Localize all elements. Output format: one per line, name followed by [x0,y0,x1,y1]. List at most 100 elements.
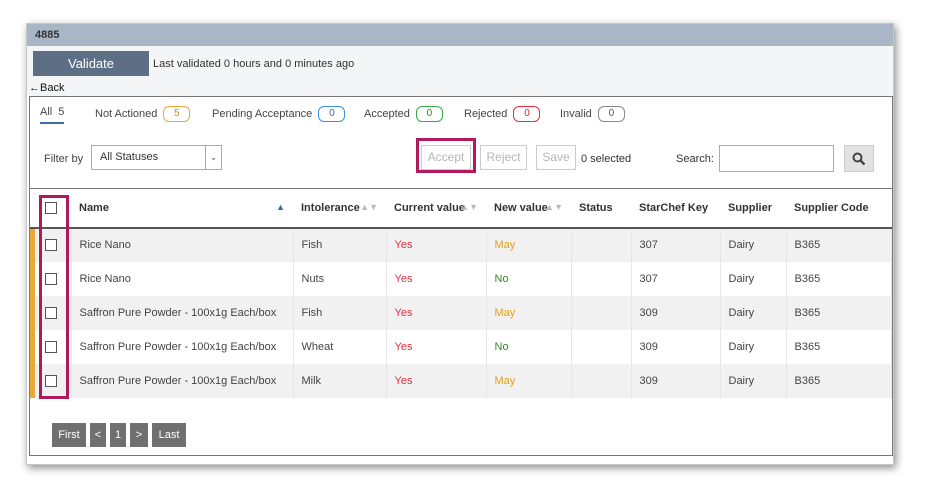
cell-status [571,329,632,364]
cell-supplier: Dairy [720,261,787,296]
header-current-value[interactable]: Current value ▲▼ [386,188,486,229]
pager-last-button[interactable]: Last [152,423,186,447]
header-status[interactable]: Status [571,188,631,229]
cell-current-value: Yes [386,261,487,296]
table-row[interactable]: Rice Nano Nuts Yes No 307 Dairy B365 [30,261,892,296]
row-checkbox-cell [35,295,72,330]
cell-intolerance: Fish [293,227,387,262]
tab-not-actioned[interactable]: Not Actioned 5 [95,106,191,122]
row-checkbox[interactable] [45,272,57,285]
tab-invalid[interactable]: Invalid 0 [560,106,625,122]
top-area: Validate Last validated 0 hours and 0 mi… [27,46,893,96]
cell-starchef-key: 307 [631,261,721,296]
status-filter-value: All Statuses [100,151,159,163]
header-new-label: New value [494,201,548,214]
header-intolerance-label: Intolerance [301,201,360,214]
header-supplier-label: Supplier [728,201,773,214]
validate-button[interactable]: Validate [33,51,149,76]
search-icon [852,152,866,165]
save-button[interactable]: Save [536,145,576,170]
table-row[interactable]: Saffron Pure Powder - 100x1g Each/box Mil… [30,363,892,398]
accept-button[interactable]: Accept [421,145,471,170]
pager-first-button[interactable]: First [52,423,86,447]
cell-name: Saffron Pure Powder - 100x1g Each/box [71,295,294,330]
back-label: Back [40,82,65,94]
cell-starchef-key: 307 [631,227,721,262]
sort-asc-icon: ▲ [276,202,285,212]
cell-supplier: Dairy [720,295,787,330]
row-checkbox[interactable] [45,340,57,353]
cell-starchef-key: 309 [631,363,721,398]
tab-all-count: 5 [58,106,65,118]
validation-window: 4885 Validate Last validated 0 hours and… [26,23,894,465]
row-checkbox[interactable] [45,374,57,387]
cell-new-value: May [486,295,572,330]
cell-current-value: Yes [386,227,487,262]
back-link[interactable]: ←Back [29,82,64,94]
sort-icon: ▲▼ [360,202,378,212]
cell-intolerance: Fish [293,295,387,330]
main-panel: All 5 Not Actioned 5 Pending Acceptance … [29,96,893,456]
status-tabs: All 5 Not Actioned 5 Pending Acceptance … [30,97,892,127]
tab-all[interactable]: All 5 [40,106,65,124]
pager-page-button[interactable]: 1 [110,423,126,447]
pager-next-button[interactable]: > [130,423,148,447]
sort-icon: ▲▼ [545,202,563,212]
cell-current-value: Yes [386,363,487,398]
header-new-value[interactable]: New value ▲▼ [486,188,571,229]
cell-name: Saffron Pure Powder - 100x1g Each/box [71,329,294,364]
cell-intolerance: Milk [293,363,387,398]
search-input[interactable] [719,145,834,172]
toolbar: Filter by All Statuses ⌄ Accept Reject S… [30,138,892,175]
table-header-row: Name ▲ Intolerance ▲▼ Current value ▲▼ New … [30,188,892,229]
row-checkbox-cell [35,261,72,296]
cell-supplier: Dairy [720,363,787,398]
select-all-checkbox[interactable] [45,201,57,214]
header-supplier[interactable]: Supplier [720,188,786,229]
row-checkbox[interactable] [45,306,57,319]
cell-supplier-code: B365 [786,261,892,296]
tab-pending-acceptance[interactable]: Pending Acceptance 0 [212,106,346,122]
cell-name: Saffron Pure Powder - 100x1g Each/box [71,363,294,398]
cell-supplier: Dairy [720,329,787,364]
search-button[interactable] [844,145,874,172]
cell-status [571,261,632,296]
tab-rejected[interactable]: Rejected 0 [464,106,541,122]
tab-invalid-count: 0 [597,106,625,122]
last-validated-text: Last validated 0 hours and 0 minutes ago [153,58,355,70]
table-row[interactable]: Rice Nano Fish Yes May 307 Dairy B365 [30,227,892,262]
cell-status [571,227,632,262]
header-supplier-code[interactable]: Supplier Code [786,188,892,229]
header-current-label: Current value [394,201,465,214]
header-starchef-key[interactable]: StarChef Key [631,188,720,229]
tab-pending-label: Pending Acceptance [212,107,313,120]
cell-starchef-key: 309 [631,295,721,330]
tab-accepted-count: 0 [415,106,443,122]
row-checkbox[interactable] [45,239,57,252]
header-intolerance[interactable]: Intolerance ▲▼ [293,188,386,229]
row-checkbox-cell [35,363,72,398]
cell-current-value: Yes [386,329,487,364]
table-row[interactable]: Saffron Pure Powder - 100x1g Each/box Whe… [30,329,892,364]
tab-invalid-label: Invalid [560,107,592,120]
table-row[interactable]: Saffron Pure Powder - 100x1g Each/box Fis… [30,295,892,330]
tab-not-actioned-label: Not Actioned [95,107,158,120]
chevron-down-icon: ⌄ [205,146,221,169]
header-key-label: StarChef Key [639,201,709,214]
status-filter-select[interactable]: All Statuses ⌄ [91,145,222,170]
tab-accepted-label: Accepted [364,107,410,120]
sort-icon: ▲▼ [460,202,478,212]
reject-button[interactable]: Reject [480,145,527,170]
tab-all-label: All [40,106,53,118]
header-name[interactable]: Name ▲ [71,188,293,229]
tab-accepted[interactable]: Accepted 0 [364,106,443,122]
selected-count: 0 selected [581,153,632,165]
pager-prev-button[interactable]: < [90,423,106,447]
arrow-left-icon: ← [29,82,40,94]
row-checkbox-cell [35,329,72,364]
tab-rejected-count: 0 [513,106,541,122]
cell-new-value: No [486,261,572,296]
tab-pending-count: 0 [318,106,346,122]
search-label: Search: [676,153,714,165]
cell-current-value: Yes [386,295,487,330]
